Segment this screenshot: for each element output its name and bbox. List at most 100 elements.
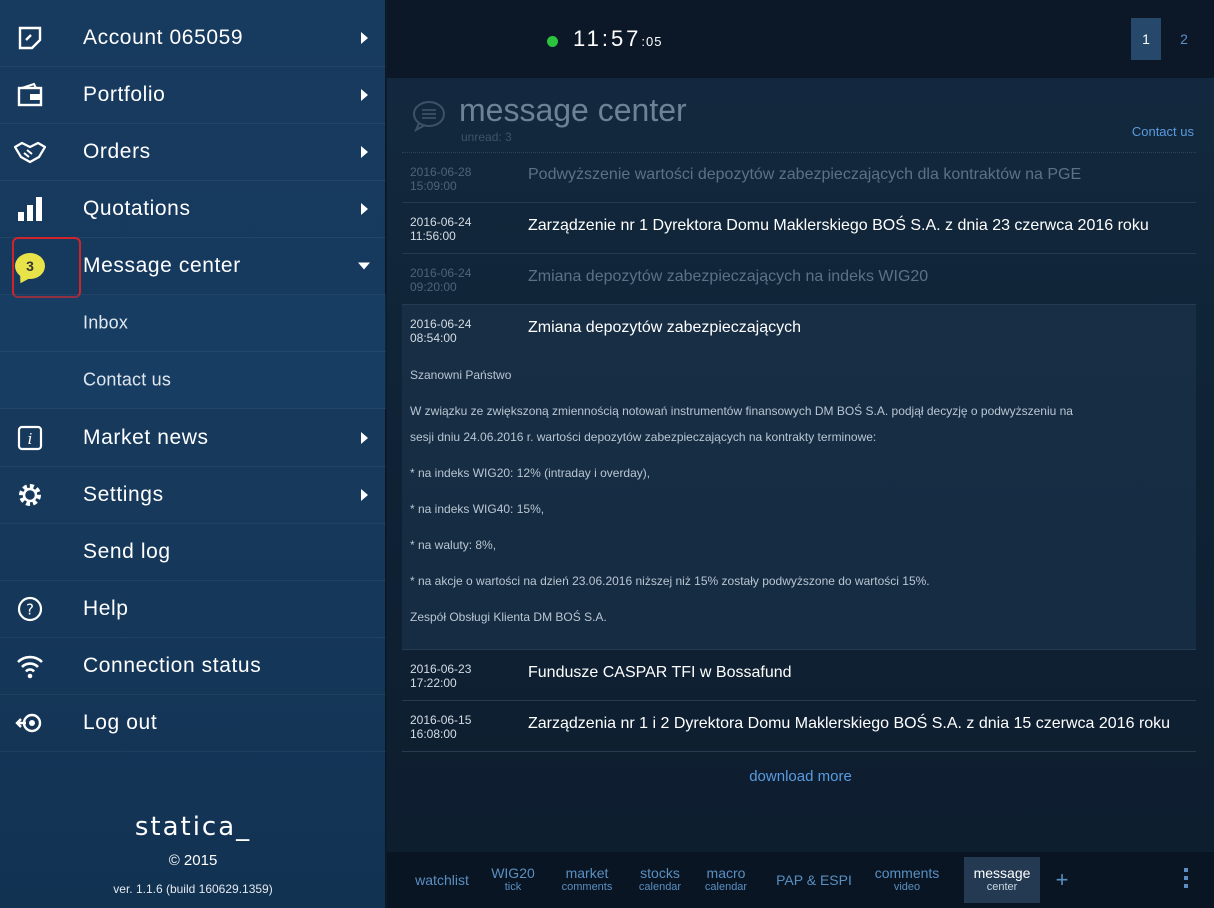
message-row[interactable]: 2016-06-28 15:09:00 Podwyższenie wartości… [402, 153, 1196, 203]
sidebar-subitem-inbox[interactable]: Inbox [0, 295, 386, 352]
tab-watchlist[interactable]: watchlist [409, 857, 475, 903]
tab-pap-espi[interactable]: PAP & ESPI [769, 857, 859, 903]
bottom-tab-bar: watchlist WIG20 tick market comments sto… [387, 852, 1214, 908]
tab-message-center[interactable]: message center [964, 857, 1040, 903]
sidebar-item-label: Help [83, 597, 129, 620]
tab-sublabel: video [893, 881, 921, 893]
tab-label: WIG20 [491, 865, 535, 881]
message-row[interactable]: 2016-06-23 17:22:00 Fundusze CASPAR TFI w… [402, 650, 1196, 701]
message-date: 2016-06-24 08:54:00 [410, 317, 472, 345]
message-body-signature: Zespół Obsługi Klienta DM BOŚ S.A. [410, 610, 607, 624]
svg-text:?: ? [26, 601, 34, 619]
page-title: message center [459, 92, 687, 128]
copyright: © 2015 [0, 852, 386, 869]
info-icon: i [12, 420, 48, 456]
wallet-icon [12, 77, 48, 113]
contact-us-link[interactable]: Contact us [1132, 124, 1194, 139]
sidebar-item-portfolio[interactable]: Portfolio [0, 67, 386, 124]
message-center-header: message center unread: 3 Contact us [387, 78, 1214, 153]
brand-logo: statica_ [134, 812, 252, 842]
sidebar-item-label: Portfolio [83, 83, 166, 106]
sidebar-item-orders[interactable]: Orders [0, 124, 386, 181]
version-label: ver. 1.1.6 (build 160629.1359) [113, 882, 273, 896]
connection-status-dot [547, 36, 558, 47]
message-title: Zmiana depozytów zabezpieczających [528, 319, 802, 336]
tab-macro-calendar[interactable]: macro calendar [697, 857, 755, 903]
page-button-1[interactable]: 1 [1131, 18, 1161, 60]
message-body-line: * na waluty: 8%, [410, 538, 497, 552]
sidebar-item-label: Message center [83, 254, 241, 277]
tab-stocks-calendar[interactable]: stocks calendar [631, 857, 689, 903]
message-title: Zarządzenie nr 1 Dyrektora Domu Maklersk… [528, 217, 1149, 234]
tab-sublabel: tick [504, 881, 522, 893]
account-icon [12, 20, 48, 56]
sidebar-item-label: Settings [83, 483, 164, 506]
chevron-right-icon [361, 203, 368, 215]
copyright-year: 2015 [183, 852, 218, 869]
tab-market-comments[interactable]: market comments [551, 857, 623, 903]
sidebar-item-send-log[interactable]: Send log [0, 524, 386, 581]
sidebar-item-label: Market news [83, 426, 209, 449]
speech-bubble-icon [411, 100, 447, 137]
sidebar-item-settings[interactable]: Settings [0, 467, 386, 524]
bar-chart-icon [12, 191, 48, 227]
sidebar-item-label: Send log [83, 540, 171, 563]
sidebar-item-label: Log out [83, 711, 158, 734]
message-date: 2016-06-24 09:20:00 [410, 266, 472, 294]
sidebar-item-label: Contact us [83, 369, 172, 390]
more-menu-icon[interactable] [1184, 868, 1188, 888]
message-row[interactable]: 2016-06-24 11:56:00 Zarządzenie nr 1 Dyre… [402, 203, 1196, 254]
plus-icon: + [1055, 867, 1069, 892]
clock-hours-minutes: 11:57 [573, 26, 642, 51]
sidebar-item-label: Inbox [83, 312, 129, 333]
sidebar-subitem-contact-us[interactable]: Contact us [0, 352, 386, 409]
copyright-icon: © [168, 852, 180, 869]
message-title: Podwyższenie wartości depozytów zabezpie… [528, 166, 1082, 183]
sidebar: Account 065059 Portfolio Orders Quotatio… [0, 0, 386, 908]
tab-sublabel: calendar [704, 881, 748, 893]
message-date: 2016-06-23 17:22:00 [410, 662, 472, 690]
sidebar-item-market-news[interactable]: i Market news [0, 410, 386, 467]
tab-wig20-tick[interactable]: WIG20 tick [485, 857, 541, 903]
chevron-right-icon [361, 89, 368, 101]
help-icon: ? [12, 591, 48, 627]
message-title: Fundusze CASPAR TFI w Bossafund [528, 664, 792, 681]
chevron-right-icon [361, 146, 368, 158]
top-bar: 11:57:05 1 2 [387, 0, 1214, 78]
logout-icon [12, 705, 48, 741]
tab-label: message [973, 865, 1031, 881]
message-row-expanded[interactable]: 2016-06-24 08:54:00 Zmiana depozytów zabe… [402, 305, 1196, 650]
tab-comments-video[interactable]: comments video [871, 857, 943, 903]
message-body-line: sesji dniu 24.06.2016 r. wartości depozy… [410, 430, 877, 444]
add-tab-button[interactable]: + [1047, 857, 1077, 903]
clock: 11:57:05 [573, 26, 663, 52]
main-panel: 11:57:05 1 2 message center unread: 3 Co… [387, 0, 1214, 908]
clock-seconds: :05 [641, 34, 663, 49]
message-date: 2016-06-28 15:09:00 [410, 165, 472, 193]
chevron-right-icon [361, 32, 368, 44]
tab-sublabel: center [986, 881, 1018, 893]
tab-label: stocks [640, 865, 680, 881]
svg-text:i: i [28, 430, 33, 448]
wifi-icon [12, 648, 48, 684]
sidebar-item-connection-status[interactable]: Connection status [0, 638, 386, 695]
message-title: Zmiana depozytów zabezpieczających na in… [528, 268, 929, 285]
download-more-link[interactable]: download more [387, 768, 1214, 785]
message-row[interactable]: 2016-06-15 16:08:00 Zarządzenia nr 1 i 2 … [402, 701, 1196, 752]
message-body-greeting: Szanowni Państwo [410, 368, 512, 382]
handshake-icon [12, 134, 48, 170]
highlight-box [12, 237, 81, 298]
message-date: 2016-06-24 11:56:00 [410, 215, 472, 243]
tab-label: PAP & ESPI [776, 872, 852, 888]
message-body-line: * na akcje o wartości na dzień 23.06.201… [410, 574, 930, 588]
sidebar-item-account[interactable]: Account 065059 [0, 10, 386, 67]
message-row[interactable]: 2016-06-24 09:20:00 Zmiana depozytów zabe… [402, 254, 1196, 305]
sidebar-item-help[interactable]: ? Help [0, 581, 386, 638]
page-button-2[interactable]: 2 [1169, 18, 1199, 60]
sidebar-item-quotations[interactable]: Quotations [0, 181, 386, 238]
sidebar-item-log-out[interactable]: Log out [0, 695, 386, 752]
chevron-right-icon [361, 489, 368, 501]
message-body-line: W związku ze zwiększoną zmiennością noto… [410, 404, 1073, 418]
sidebar-item-label: Account 065059 [83, 26, 244, 49]
chevron-down-icon [358, 262, 370, 270]
